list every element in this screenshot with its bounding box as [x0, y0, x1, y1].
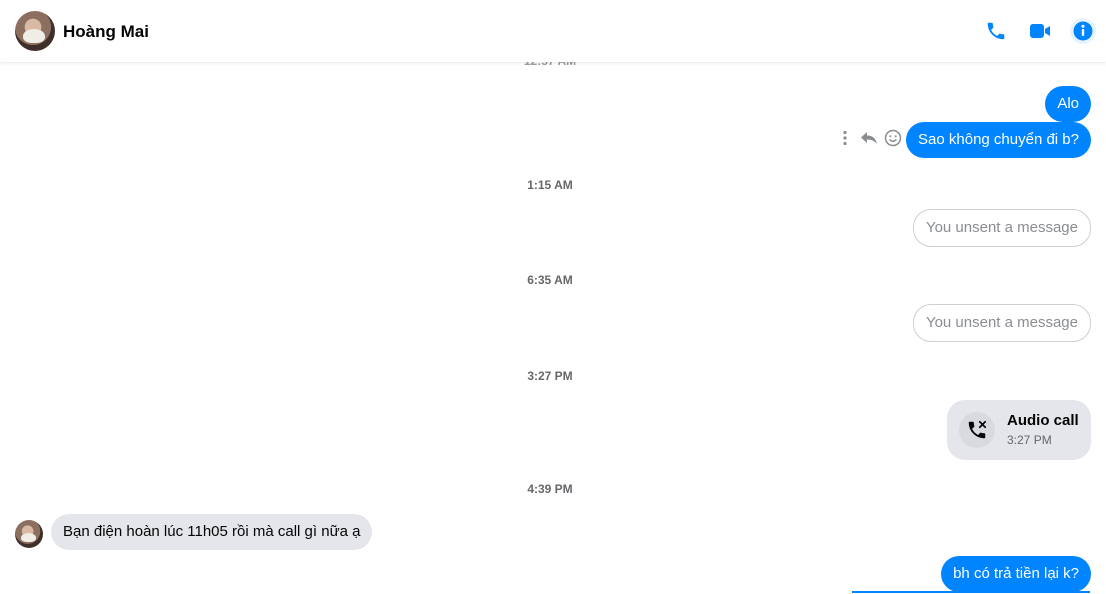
conversation-header: Hoàng Mai [0, 0, 1106, 62]
missed-call-icon [959, 412, 995, 448]
outgoing-message[interactable]: Sao không chuyển đi b? [906, 122, 1091, 158]
incoming-message[interactable]: Bạn điện hoàn lúc 11h05 rồi mà call gì n… [51, 514, 373, 550]
timestamp: 6:35 AM [527, 273, 573, 287]
call-title: Audio call [1007, 412, 1079, 429]
contact-avatar-small[interactable] [15, 520, 43, 548]
outgoing-message[interactable]: Alo [1045, 86, 1091, 122]
unsent-message[interactable]: You unsent a message [912, 304, 1091, 342]
timestamp: 1:15 AM [527, 178, 573, 192]
info-icon[interactable] [1070, 18, 1096, 44]
audio-call-card[interactable]: Audio call 3:27 PM [947, 400, 1091, 460]
unsent-message[interactable]: You unsent a message [912, 209, 1091, 247]
timestamp: 4:39 PM [527, 482, 573, 496]
phone-icon[interactable] [983, 18, 1009, 44]
reply-icon[interactable] [860, 128, 878, 148]
outgoing-message[interactable]: bh có trả tiền lại k? [941, 556, 1091, 592]
contact-name[interactable]: Hoàng Mai [63, 22, 149, 42]
timestamp: 3:27 PM [527, 369, 573, 383]
more-icon[interactable] [836, 128, 854, 148]
call-time: 3:27 PM [1007, 433, 1052, 447]
contact-avatar[interactable] [15, 11, 55, 51]
focus-indicator [852, 591, 1090, 593]
message-actions [836, 128, 902, 148]
react-icon[interactable] [884, 128, 902, 148]
video-icon[interactable] [1027, 18, 1053, 44]
